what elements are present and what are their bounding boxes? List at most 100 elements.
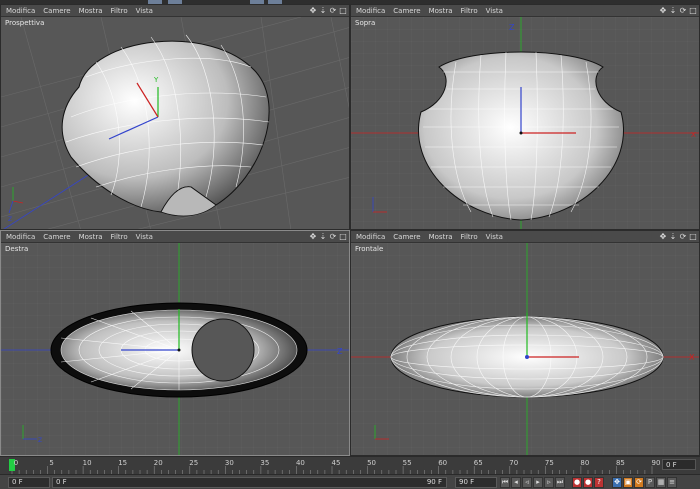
timeline-tick-label: 60 [438,459,448,467]
prev-frame-button[interactable]: ◃ [522,477,532,488]
zoom-icon[interactable]: ⇣ [319,232,327,241]
rotate-icon[interactable]: ⟳ [329,6,337,15]
rotate-icon[interactable]: ⟳ [679,6,687,15]
menu-camere[interactable]: Camere [393,233,420,241]
pla-key-icon[interactable]: ▦ [656,477,666,488]
timeline-current-frame[interactable]: 0 F [662,459,696,470]
move-icon[interactable]: ✥ [309,6,317,15]
viewport-perspective[interactable]: Modifica Camere Mostra Filtro Vista ✥ ⇣ … [0,4,350,230]
viewport-nav-icons: ✥ ⇣ ⟳ □ [309,6,347,15]
menu-filtro[interactable]: Filtro [461,7,478,15]
menu-mostra[interactable]: Mostra [79,7,103,15]
svg-text:Z: Z [337,347,343,356]
viewport-front[interactable]: Modifica Camere Mostra Filtro Vista ✥ ⇣ … [350,230,700,456]
svg-text:Z: Z [509,23,515,32]
timeline-tick-label: 20 [153,459,163,467]
rotate-icon[interactable]: ⟳ [329,232,337,241]
menu-modifica[interactable]: Modifica [6,7,35,15]
motion-icon[interactable]: ≡ [667,477,677,488]
menu-filtro[interactable]: Filtro [111,233,128,241]
timeline-tick-label: 30 [224,459,234,467]
timeline-tick-label: 10 [82,459,92,467]
range-slider[interactable]: 0 F 90 F [52,477,447,488]
range-end-label: 90 F [426,478,442,486]
timeline-tick-label: 50 [367,459,377,467]
menu-mostra[interactable]: Mostra [429,7,453,15]
perspective-shell [61,40,270,213]
svg-text:Z: Z [8,216,12,223]
right-scene: Z Z [1,243,349,455]
viewport-menubar: Modifica Camere Mostra Filtro Vista [351,5,699,17]
timeline-tick-label: 65 [473,459,483,467]
viewport-nav-icons: ✥ ⇣ ⟳ □ [309,232,347,241]
timeline-tick-label: 25 [189,459,199,467]
svg-text:X: X [689,353,695,362]
viewport-right[interactable]: Modifica Camere Mostra Filtro Vista ✥ ⇣ … [0,230,350,456]
viewport-label: Destra [5,245,29,253]
menu-vista[interactable]: Vista [136,233,153,241]
viewport-menubar: Modifica Camere Mostra Filtro Vista [1,231,349,243]
start-frame-field[interactable]: 0 F [8,477,50,488]
play-button[interactable]: ▸ [533,477,543,488]
next-frame-button[interactable]: ▹ [544,477,554,488]
go-end-button[interactable]: ⏭ [555,477,565,488]
autokey-button[interactable]: ● [583,477,593,488]
timeline-tick-label: 45 [331,459,341,467]
timeline-tick-label: 80 [580,459,590,467]
transport-bar: 0 F 0 F 90 F 90 F ⏮ ◂ ◃ ▸ ▹ ⏭ ● ● ? ✥ ▣ … [0,474,700,489]
menu-camere[interactable]: Camere [393,7,420,15]
timeline-tick-label: 0 [13,459,19,467]
menu-filtro[interactable]: Filtro [111,7,128,15]
timeline-tick-label: 15 [118,459,128,467]
scale-key-icon[interactable]: ▣ [623,477,633,488]
timeline-tick-label: 85 [615,459,625,467]
timeline-tick-label: 75 [544,459,554,467]
timeline-tick-label: 70 [509,459,519,467]
range-start-label: 0 F [56,478,67,486]
timeline-tick-label: 5 [49,459,54,467]
key-button[interactable]: ? [594,477,604,488]
move-icon[interactable]: ✥ [309,232,317,241]
menu-filtro[interactable]: Filtro [461,233,478,241]
front-scene: X [351,243,699,455]
maximize-icon[interactable]: □ [339,6,347,15]
menu-modifica[interactable]: Modifica [6,233,35,241]
svg-text:Y: Y [153,76,159,84]
move-icon[interactable]: ✥ [659,232,667,241]
menu-modifica[interactable]: Modifica [356,7,385,15]
record-button[interactable]: ● [572,477,582,488]
menu-vista[interactable]: Vista [486,7,503,15]
viewport-label: Sopra [355,19,376,27]
menu-vista[interactable]: Vista [136,7,153,15]
prev-key-button[interactable]: ◂ [511,477,521,488]
timeline-tick-label: 40 [295,459,305,467]
menu-camere[interactable]: Camere [43,233,70,241]
end-frame-field[interactable]: 90 F [455,477,497,488]
rotate-icon[interactable]: ⟳ [679,232,687,241]
param-key-icon[interactable]: P [645,477,655,488]
menu-mostra[interactable]: Mostra [429,233,453,241]
menu-vista[interactable]: Vista [486,233,503,241]
maximize-icon[interactable]: □ [339,232,347,241]
viewport-label: Frontale [355,245,384,253]
timeline-ruler [9,459,653,474]
menu-camere[interactable]: Camere [43,7,70,15]
viewport-top[interactable]: Modifica Camere Mostra Filtro Vista ✥ ⇣ … [350,4,700,230]
menu-mostra[interactable]: Mostra [79,233,103,241]
move-key-icon[interactable]: ✥ [612,477,622,488]
go-start-button[interactable]: ⏮ [500,477,510,488]
rotate-key-icon[interactable]: ⟳ [634,477,644,488]
zoom-icon[interactable]: ⇣ [669,6,677,15]
maximize-icon[interactable]: □ [689,232,697,241]
timeline[interactable]: 0 5 10 15 20 25 30 35 40 45 50 55 60 65 70 75 80 85 90 0 F [0,456,700,474]
move-icon[interactable]: ✥ [659,6,667,15]
perspective-scene: Y Z [1,17,349,229]
zoom-icon[interactable]: ⇣ [319,6,327,15]
viewport-menubar: Modifica Camere Mostra Filtro Vista [351,231,699,243]
zoom-icon[interactable]: ⇣ [669,232,677,241]
viewport-label: Prospettiva [5,19,45,27]
menu-modifica[interactable]: Modifica [356,233,385,241]
maximize-icon[interactable]: □ [689,6,697,15]
svg-text:Z: Z [38,437,42,444]
timeline-tick-label: 90 [651,459,661,467]
